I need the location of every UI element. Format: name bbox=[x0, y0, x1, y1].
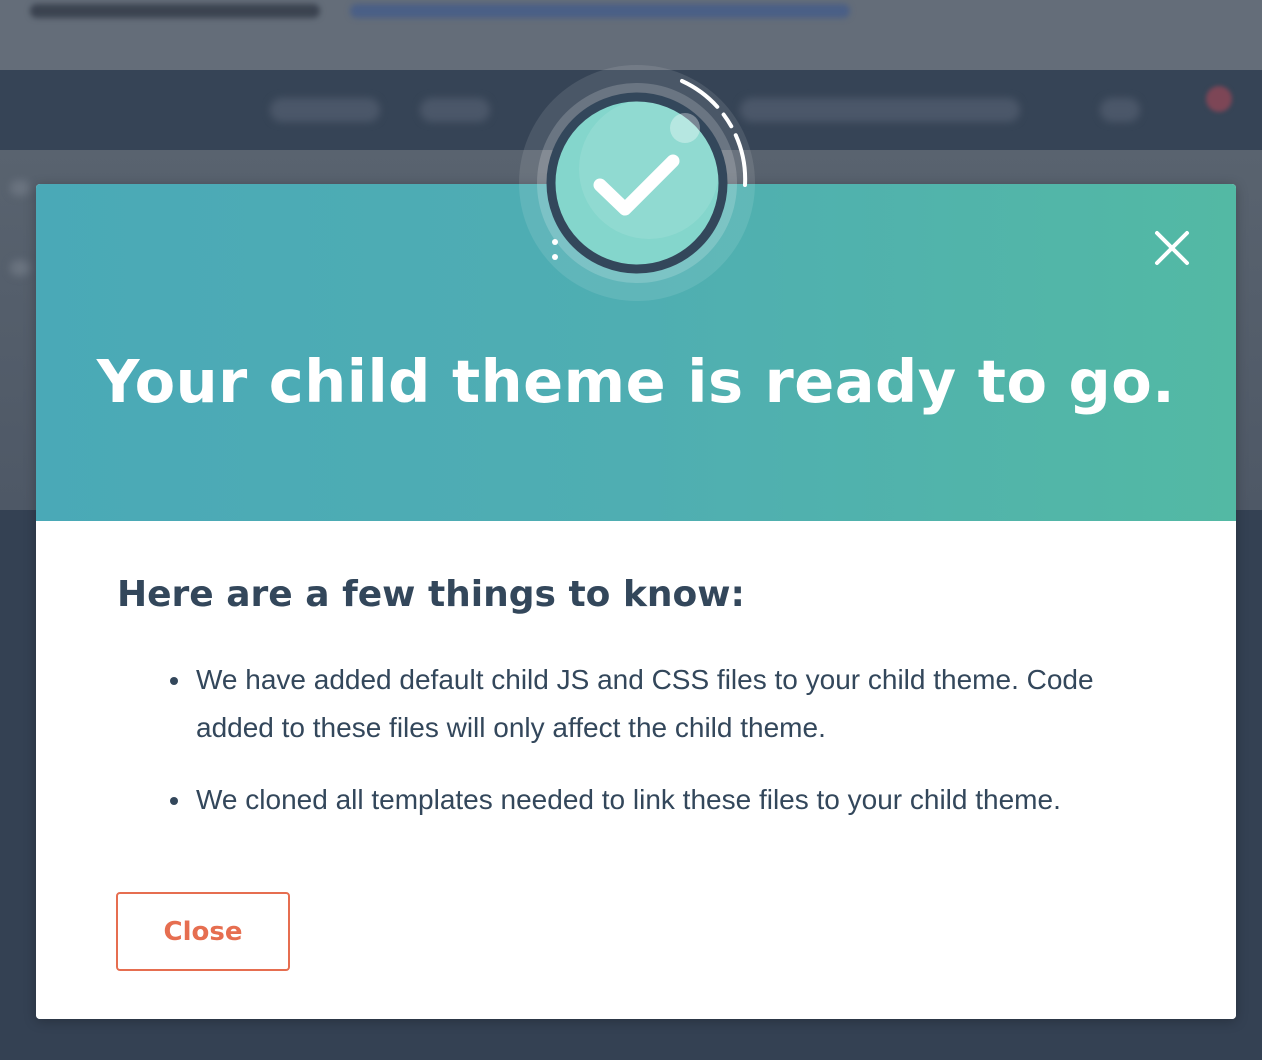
things-to-know-heading: Here are a few things to know: bbox=[117, 574, 745, 615]
background-notification-dot bbox=[1206, 86, 1232, 112]
list-item: We cloned all templates needed to link t… bbox=[170, 776, 1156, 824]
modal-body: Here are a few things to know: We have a… bbox=[36, 521, 1236, 1019]
check-circle-icon bbox=[517, 65, 757, 305]
modal-title: Your child theme is ready to go. bbox=[96, 347, 1176, 416]
background-top-bar bbox=[0, 0, 1262, 70]
close-icon[interactable] bbox=[1152, 228, 1192, 268]
notes-list: We have added default child JS and CSS f… bbox=[170, 656, 1156, 848]
close-button[interactable]: Close bbox=[116, 892, 290, 971]
list-item: We have added default child JS and CSS f… bbox=[170, 656, 1156, 752]
success-modal: Your child theme is ready to go. Here ar… bbox=[36, 184, 1236, 1019]
